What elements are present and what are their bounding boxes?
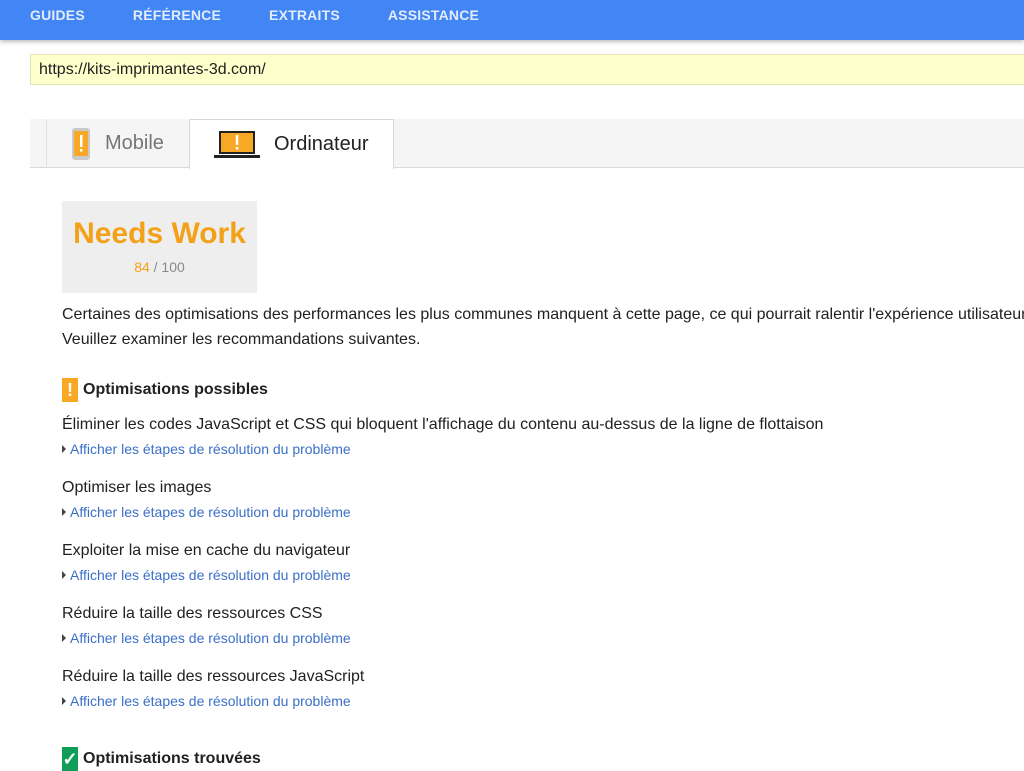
link-text: Afficher les étapes de résolution du pro… — [70, 567, 351, 583]
score-number: 84 — [134, 259, 150, 275]
rule-title: Optimiser les images — [62, 479, 212, 496]
link-text: Afficher les étapes de résolution du pro… — [70, 630, 351, 646]
top-navigation-bar: GUIDES RÉFÉRENCE EXTRAITS ASSISTANCE — [0, 0, 1024, 40]
link-text: Afficher les étapes de résolution du pro… — [70, 504, 351, 520]
rule-title: Exploiter la mise en cache du navigateur — [62, 542, 351, 559]
rule-item: Éliminer les codes JavaScript et CSS qui… — [62, 414, 823, 477]
rule-item: Optimiser les images Afficher les étapes… — [62, 477, 823, 540]
caret-right-icon — [62, 571, 66, 579]
rule-title: Réduire la taille des ressources JavaScr… — [62, 668, 365, 685]
section-title: Optimisations trouvées — [83, 750, 261, 767]
show-fix-link[interactable]: Afficher les étapes de résolution du pro… — [62, 439, 823, 459]
nav-assistance[interactable]: ASSISTANCE — [388, 0, 479, 30]
section-possible-optimizations: ! Optimisations possibles — [62, 378, 268, 402]
score-value: 84 / 100 — [62, 259, 257, 275]
caret-right-icon — [62, 445, 66, 453]
link-text: Afficher les étapes de résolution du pro… — [70, 441, 351, 457]
show-fix-link[interactable]: Afficher les étapes de résolution du pro… — [62, 691, 823, 711]
tab-mobile[interactable]: Mobile — [46, 119, 190, 168]
caret-right-icon — [62, 634, 66, 642]
intro-line-1: Certaines des optimisations des performa… — [62, 306, 1024, 323]
nav-reference[interactable]: RÉFÉRENCE — [133, 0, 221, 30]
warning-icon: ! — [62, 378, 78, 402]
score-box: Needs Work 84 / 100 — [62, 201, 257, 293]
rule-item: Réduire la taille des ressources JavaScr… — [62, 666, 823, 729]
desktop-warning-icon — [214, 130, 260, 158]
show-fix-link[interactable]: Afficher les étapes de résolution du pro… — [62, 628, 823, 648]
caret-right-icon — [62, 697, 66, 705]
rule-title: Éliminer les codes JavaScript et CSS qui… — [62, 416, 824, 433]
score-label: Needs Work — [73, 217, 246, 250]
top-nav: GUIDES RÉFÉRENCE EXTRAITS ASSISTANCE — [0, 0, 1024, 30]
tab-mobile-label: Mobile — [105, 132, 164, 154]
caret-right-icon — [62, 508, 66, 516]
url-input[interactable]: https://kits-imprimantes-3d.com/ — [30, 54, 1024, 85]
nav-extraits[interactable]: EXTRAITS — [269, 0, 340, 30]
score-max: / 100 — [153, 259, 185, 275]
intro-text: Certaines des optimisations des performa… — [62, 302, 1024, 352]
intro-line-2: Veuillez examiner les recommandations su… — [62, 331, 421, 348]
rule-list: Éliminer les codes JavaScript et CSS qui… — [62, 414, 823, 729]
show-fix-link[interactable]: Afficher les étapes de résolution du pro… — [62, 502, 823, 522]
tab-desktop-label: Ordinateur — [274, 133, 369, 155]
section-found-optimizations: ✓ Optimisations trouvées — [62, 747, 261, 771]
mobile-warning-icon — [72, 127, 90, 160]
rule-item: Réduire la taille des ressources CSS Aff… — [62, 603, 823, 666]
rule-title: Réduire la taille des ressources CSS — [62, 605, 323, 622]
tab-desktop[interactable]: Ordinateur — [189, 119, 394, 169]
link-text: Afficher les étapes de résolution du pro… — [70, 693, 351, 709]
rule-item: Exploiter la mise en cache du navigateur… — [62, 540, 823, 603]
nav-guides[interactable]: GUIDES — [30, 0, 85, 30]
show-fix-link[interactable]: Afficher les étapes de résolution du pro… — [62, 565, 823, 585]
checkmark-icon: ✓ — [62, 747, 78, 771]
section-title: Optimisations possibles — [83, 381, 268, 398]
device-tabs: Mobile Ordinateur — [30, 119, 1024, 169]
